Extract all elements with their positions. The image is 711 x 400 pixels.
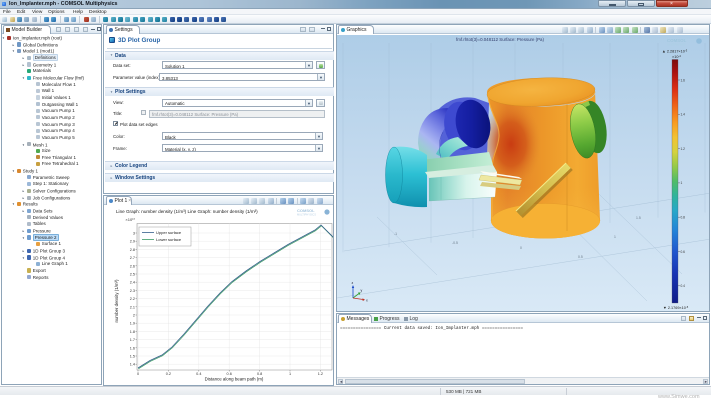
svg-text:0: 0: [137, 372, 139, 376]
svg-text:1: 1: [289, 372, 291, 376]
svg-text:2.8: 2.8: [130, 248, 135, 252]
svg-text:0.5: 0.5: [578, 255, 583, 259]
svg-text:z: z: [352, 281, 354, 285]
svg-text:1: 1: [681, 181, 683, 185]
svg-text:2.4: 2.4: [130, 281, 135, 285]
svg-text:1.8: 1.8: [130, 330, 135, 334]
svg-text:MULTIPHYSICS: MULTIPHYSICS: [297, 213, 316, 217]
svg-text:Upper surface: Upper surface: [156, 230, 182, 235]
svg-text:0.8: 0.8: [681, 216, 686, 220]
svg-text:0.8: 0.8: [257, 372, 262, 376]
svg-text:1: 1: [614, 235, 616, 239]
svg-text:Lower surface: Lower surface: [156, 237, 182, 242]
svg-text:MULTIPHYSICS: MULTIPHYSICS: [667, 44, 686, 47]
svg-text:COMSOL: COMSOL: [667, 38, 687, 43]
svg-text:2.3: 2.3: [130, 289, 135, 293]
svg-text:1.2: 1.2: [318, 372, 323, 376]
svg-text:-1: -1: [394, 232, 397, 236]
svg-text:0.6: 0.6: [227, 372, 232, 376]
svg-text:x: x: [366, 299, 368, 303]
svg-text:0.2: 0.2: [166, 372, 171, 376]
svg-text:2.2: 2.2: [130, 297, 135, 301]
svg-text:2.1: 2.1: [130, 305, 135, 309]
svg-text:y: y: [361, 289, 363, 293]
svg-text:0.4: 0.4: [196, 372, 201, 376]
svg-text:number density (1/m³): number density (1/m³): [114, 279, 119, 322]
svg-text:-0.5: -0.5: [452, 241, 458, 245]
svg-text:1.5: 1.5: [130, 355, 135, 359]
svg-text:COMSOL: COMSOL: [297, 208, 315, 213]
svg-text:1.4: 1.4: [681, 113, 686, 117]
svg-text:3: 3: [133, 232, 135, 236]
svg-text:1.4: 1.4: [130, 363, 135, 367]
svg-text:1.6: 1.6: [130, 346, 135, 350]
svg-text:×10¹⁷: ×10¹⁷: [125, 217, 135, 222]
svg-text:0.4: 0.4: [681, 284, 686, 288]
svg-text:1.6: 1.6: [681, 78, 686, 82]
svg-text:2: 2: [133, 314, 135, 318]
svg-text:1.9: 1.9: [130, 322, 135, 326]
svg-text:2.9: 2.9: [130, 240, 135, 244]
svg-text:2.5: 2.5: [130, 273, 135, 277]
svg-text:fmf.rhtot(3)=0.048112 Surface: fmf.rhtot(3)=0.048112 Surface: Pressure …: [456, 37, 544, 42]
svg-text:1.2: 1.2: [681, 147, 686, 151]
svg-text:2.7: 2.7: [130, 256, 135, 260]
svg-text:Distance along beam path (m): Distance along beam path (m): [205, 377, 264, 382]
svg-text:0.6: 0.6: [681, 250, 686, 254]
svg-text:1.5: 1.5: [636, 216, 641, 220]
svg-text:▼ 2.1769×10-5: ▼ 2.1769×10-5: [663, 305, 689, 310]
svg-text:Line Graph: number density (1/: Line Graph: number density (1/m³) Line G…: [116, 209, 258, 214]
svg-text:2.6: 2.6: [130, 264, 135, 268]
svg-text:▲ 2.2817×10-3: ▲ 2.2817×10-3: [662, 49, 688, 54]
svg-text:1.7: 1.7: [130, 338, 135, 342]
svg-text:0: 0: [520, 246, 522, 250]
